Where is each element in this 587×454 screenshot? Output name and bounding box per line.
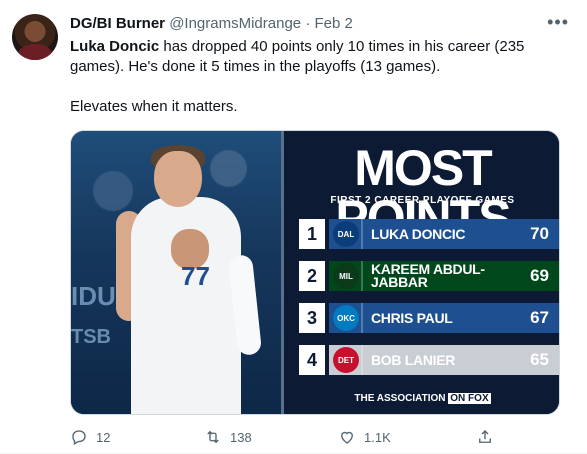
reply-icon — [72, 430, 86, 445]
tweet-header: DG/BI Burner @IngramsMidrange · Feb 2 — [70, 15, 353, 32]
reply-button[interactable]: 12 — [70, 428, 110, 446]
player-name: CHRIS PAUL — [371, 309, 453, 326]
tweet-text-bold: Luka Doncic — [70, 38, 160, 55]
rank-number: 4 — [299, 345, 325, 375]
tweet-text: Luka Doncic has dropped 40 points only 1… — [70, 37, 570, 117]
separator: · — [305, 15, 311, 32]
tweet-media-image[interactable]: IDU TSB 77 MOST POINTS FIRST 2 CAREER PL… — [70, 130, 560, 415]
stats-graphic: MOST POINTS FIRST 2 CAREER PLAYOFF GAMES… — [284, 131, 559, 414]
fox-logo: ON FOX — [448, 393, 491, 404]
player-name: KAREEM ABDUL-JABBAR — [371, 261, 485, 290]
points-value: 65 — [530, 350, 549, 369]
graphic-footer: THE ASSOCIATION ON FOX — [284, 393, 559, 404]
retweet-button[interactable]: 138 — [204, 428, 252, 446]
player-name: BOB LANIER — [371, 351, 456, 368]
like-count: 1.1K — [364, 429, 391, 445]
footer-text: THE ASSOCIATION — [354, 393, 446, 404]
ranking-row: 1 DAL LUKA DONCIC 70 — [299, 219, 559, 249]
avatar[interactable] — [12, 14, 58, 60]
tweet-actions: 12 138 1.1K — [70, 428, 500, 448]
player-name: LUKA DONCIC — [371, 225, 466, 242]
points-value: 70 — [530, 224, 549, 243]
tweet-card[interactable]: DG/BI Burner @IngramsMidrange · Feb 2 ••… — [0, 0, 587, 454]
ranking-bar: DAL LUKA DONCIC 70 — [329, 219, 559, 249]
rank-number: 3 — [299, 303, 325, 333]
tweet-text-line: Luka Doncic has dropped 40 points only 1… — [70, 37, 570, 77]
retweet-count: 138 — [230, 429, 252, 445]
retweet-icon — [207, 430, 219, 444]
rank-number: 1 — [299, 219, 325, 249]
share-button[interactable] — [476, 428, 494, 446]
points-value: 69 — [530, 266, 549, 285]
tweet-text-line-2: Elevates when it matters. — [70, 98, 238, 115]
team-logo-icon: DET — [333, 347, 359, 373]
points-value: 67 — [530, 308, 549, 327]
player-photo: IDU TSB 77 — [71, 131, 281, 414]
ranking-bar: DET BOB LANIER 65 — [329, 345, 559, 375]
player-head — [154, 151, 202, 207]
like-icon — [341, 431, 353, 444]
ranking-row: 4 DET BOB LANIER 65 — [299, 345, 559, 375]
graphic-subtitle: FIRST 2 CAREER PLAYOFF GAMES — [330, 195, 515, 206]
team-logo-icon: DAL — [333, 221, 359, 247]
share-icon — [479, 430, 491, 443]
display-name[interactable]: DG/BI Burner — [70, 15, 165, 32]
more-icon[interactable]: ••• — [547, 12, 569, 33]
team-logo-icon: MIL — [333, 263, 359, 289]
jersey-number: 77 — [181, 261, 210, 291]
like-button[interactable]: 1.1K — [338, 428, 391, 446]
rank-number: 2 — [299, 261, 325, 291]
ranking-bar: MIL KAREEM ABDUL-JABBAR 69 — [329, 261, 559, 291]
ranking-row: 2 MIL KAREEM ABDUL-JABBAR 69 — [299, 261, 559, 291]
tweet-date[interactable]: Feb 2 — [314, 15, 352, 32]
court-sign-text-2: TSB — [71, 326, 111, 348]
ranking-row: 3 OKC CHRIS PAUL 67 — [299, 303, 559, 333]
team-logo-icon: OKC — [333, 305, 359, 331]
avatar-shirt — [18, 44, 52, 60]
ranking-bar: OKC CHRIS PAUL 67 — [329, 303, 559, 333]
handle[interactable]: @IngramsMidrange — [169, 15, 301, 32]
reply-count: 12 — [96, 429, 111, 445]
